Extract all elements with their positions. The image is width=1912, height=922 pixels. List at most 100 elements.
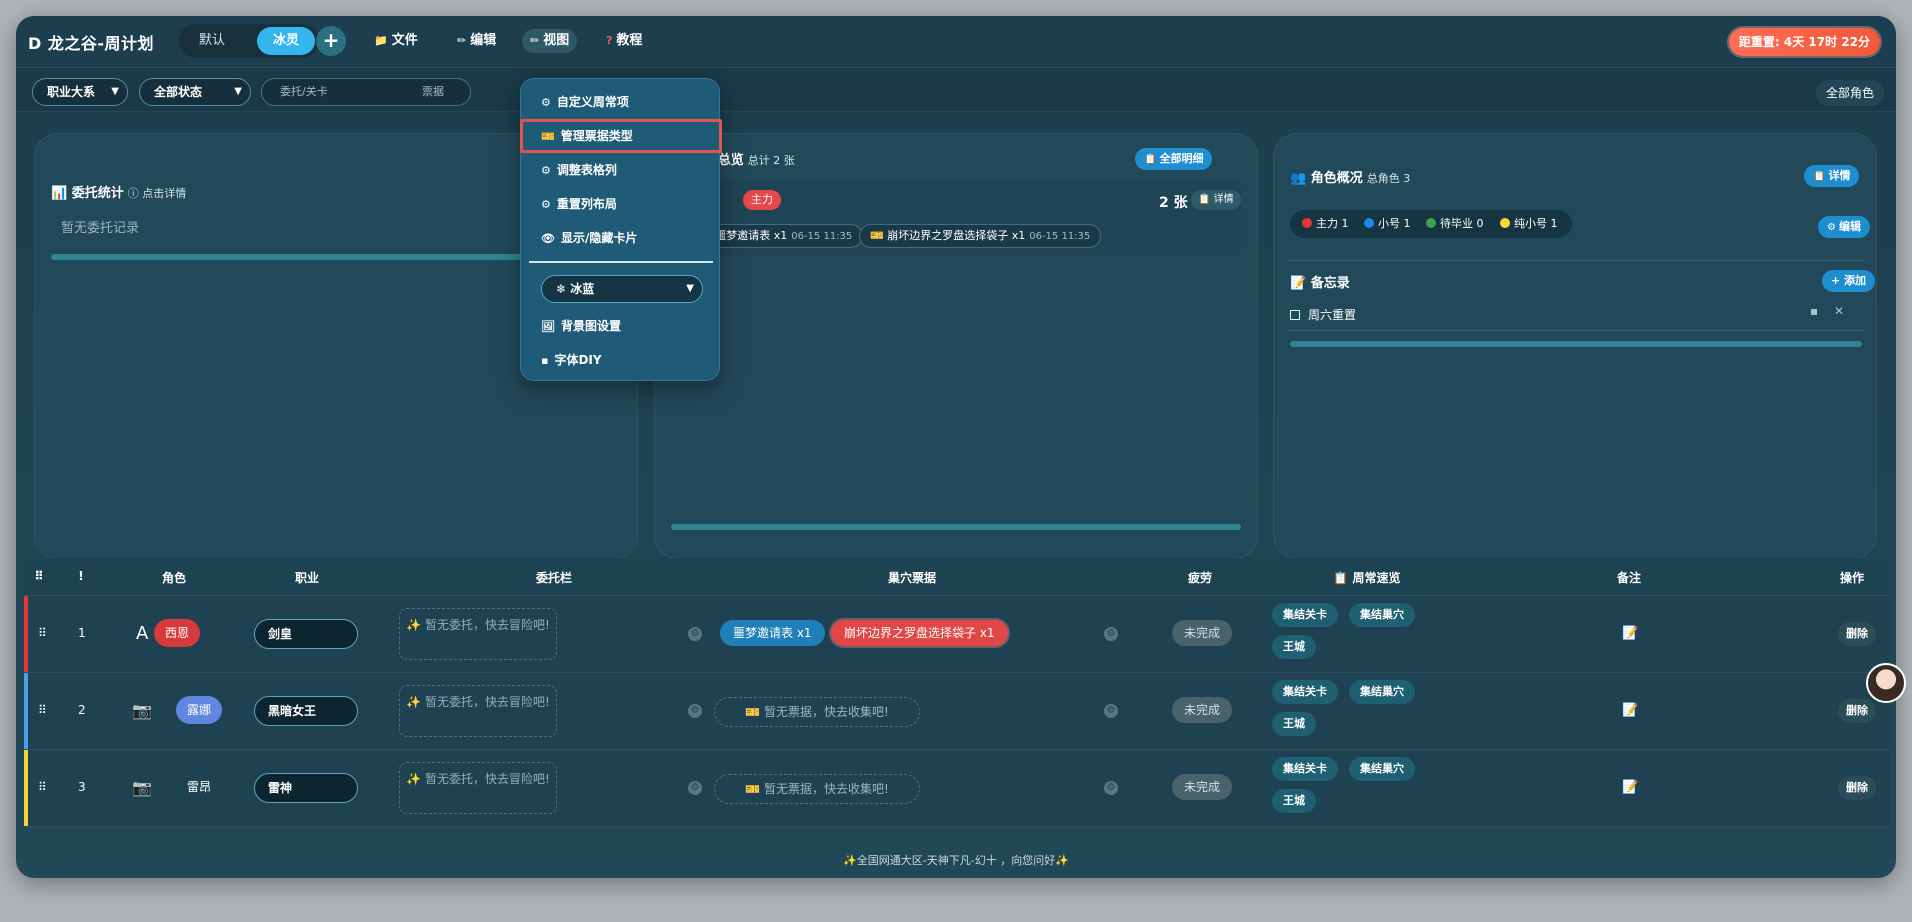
job-field[interactable]: 剑皇 [254,619,358,649]
col-quest: 委托栏 [535,571,572,585]
gear-icon[interactable]: ⚙ [688,781,702,795]
all-details-label: 全部明细 [1159,152,1204,165]
legend-pending: 待毕业 0 [1426,210,1484,238]
menu-item-adjust-columns[interactable]: ⚙ 调整表格列 [541,161,617,178]
all-characters-button[interactable]: 全部角色 [1815,80,1884,106]
char-edit-button[interactable]: ⚙ 编辑 [1818,216,1870,238]
close-icon[interactable]: ✕ [1834,304,1844,318]
gear-icon[interactable]: ⚙ [688,704,702,718]
ticket-tag[interactable]: 噩梦邀请表 x1 [720,620,825,646]
tickets-empty-slot[interactable]: 🎫 暂无票据，快去收集吧! [714,697,920,727]
delete-button[interactable]: 删除 [1838,776,1876,800]
memo-add-button[interactable]: + 添加 [1822,270,1876,292]
pencil-icon: ✏ [457,34,467,47]
delete-button[interactable]: 删除 [1838,699,1876,723]
weekly-tag[interactable]: 王城 [1272,712,1316,736]
character-name-badge[interactable]: 西恩 [154,619,201,647]
char-detail-button[interactable]: 📋 详情 [1804,165,1860,187]
weekly-tag[interactable]: 王城 [1272,789,1316,813]
quest-empty-slot[interactable]: ✨ 暂无委托，快去冒险吧! [399,608,557,660]
weekly-tag[interactable]: 集结巢穴 [1349,603,1415,627]
clipboard-icon: 📋 [1144,154,1157,165]
character-name-badge[interactable]: 雷昂 [176,773,223,801]
chevron-down-icon: ▼ [234,86,242,97]
gear-icon[interactable]: ⚙ [1104,704,1118,718]
ticket-tag[interactable]: 崩坏边界之罗盘选择袋子 x1 [831,620,1008,646]
weekly-tag[interactable]: 集结关卡 [1272,757,1338,781]
col-weekly: 📋 周常速览 [1322,569,1412,586]
gear-icon[interactable]: ⚙ [1104,627,1118,641]
row-index: 3 [78,780,86,794]
tickets-empty-slot[interactable]: 🎫 暂无票据，快去收集吧! [714,774,920,804]
col-character: 角色 [161,571,186,585]
menu-item-font-diy[interactable]: ▪ 字体DIY [541,351,602,368]
weekly-tag[interactable]: 集结巢穴 [1349,680,1415,704]
weekly-tag[interactable]: 集结巢穴 [1349,757,1415,781]
quest-empty-slot[interactable]: ✨ 暂无委托，快去冒险吧! [399,685,557,737]
weekly-tag[interactable]: 集结关卡 [1272,603,1338,627]
quest-stats-title[interactable]: 📊 委托统计 ⓘ 点击详情 [51,182,186,201]
menu-item-label: 字体DIY [554,353,602,367]
app-window: D 龙之谷-周计划 默认 冰灵 + 📁 文件 ✏ 编辑 ✏ 视图 ? 教程 距重置: 4… [16,16,1896,878]
weekly-tag[interactable]: 集结关卡 [1272,680,1338,704]
job-field[interactable]: 黑暗女王 [254,696,358,726]
legend-pure-alt: 纯小号 1 [1500,210,1558,238]
note-icon[interactable]: 📝 [1622,626,1638,641]
drag-handle-icon[interactable]: ⠿ [38,703,47,717]
menu-edit[interactable]: ✏ 编辑 [449,29,504,53]
fatigue-status[interactable]: 未完成 [1172,620,1232,646]
all-details-button[interactable]: 📋 全部明细 [1135,148,1213,170]
search-input[interactable]: 委托/关卡 票据 [261,78,471,106]
menu-view[interactable]: ✏ 视图 [522,29,578,53]
job-system-select[interactable]: 职业大系 ▼ [32,78,128,106]
menu-item-custom-weekly[interactable]: ⚙ 自定义周常项 [541,93,629,110]
memo-edit-icon[interactable]: ▪ [1810,304,1818,318]
assistant-avatar[interactable] [1866,663,1906,703]
char-overview-title: 👥 角色概况 总角色 3 [1290,167,1410,186]
status-select[interactable]: 全部状态 ▼ [139,78,251,106]
theme-default-button[interactable]: 默认 [183,27,241,55]
ticket-card-role-badge: 主力 [743,190,781,210]
ticket-card-detail-button[interactable]: 📋 详情 [1191,190,1241,210]
character-name-badge[interactable]: 露娜 [176,696,223,724]
memo-bar [1290,341,1862,347]
drag-handle-icon[interactable]: ⠿ [38,626,47,640]
note-icon[interactable]: 📝 [1622,703,1638,718]
menu-item-background[interactable]: 🖼 背景图设置 [541,317,621,334]
theme-select[interactable]: ❄ 冰蓝 ▼ [541,275,703,303]
fatigue-status[interactable]: 未完成 [1172,774,1232,800]
search-placeholder-quest: 委托/关卡 [280,85,328,98]
highlight-box [520,119,722,153]
col-note: 备注 [1616,571,1641,585]
menu-file[interactable]: 📁 文件 [366,29,426,53]
delete-button[interactable]: 删除 [1838,622,1876,646]
memo-checkbox[interactable] [1290,310,1300,320]
gear-icon[interactable]: ⚙ [688,627,702,641]
top-bar: D 龙之谷-周计划 默认 冰灵 + 📁 文件 ✏ 编辑 ✏ 视图 ? 教程 距重置: 4… [16,16,1896,68]
legend-alt-label: 小号 1 [1378,217,1411,230]
legend-alt: 小号 1 [1364,210,1411,238]
drag-handle-icon[interactable]: ⠿ [38,780,47,794]
job-field[interactable]: 雷神 [254,773,358,803]
font-icon: ▪ [541,354,549,367]
quest-empty-slot[interactable]: ✨ 暂无委托，快去冒险吧! [399,762,557,814]
note-icon[interactable]: 📝 [1622,780,1638,795]
menu-file-label: 文件 [391,33,418,48]
question-icon: ? [606,34,613,47]
add-button[interactable]: + [316,26,346,56]
memo-title: 📝 备忘录 [1290,272,1350,291]
gear-icon: ⚙ [541,164,551,177]
menu-tutorial[interactable]: ? 教程 [598,29,650,53]
fatigue-status[interactable]: 未完成 [1172,697,1232,723]
col-job: 职业 [294,571,319,585]
row-index: 2 [78,703,86,717]
weekly-tag[interactable]: 王城 [1272,635,1316,659]
legend-main-label: 主力 1 [1316,217,1349,230]
menu-item-reset-layout[interactable]: ⚙ 重置列布局 [541,195,617,212]
status-value: 全部状态 [154,85,203,99]
memo-item-actions: ▪ ✕ [1810,304,1844,318]
memo-icon: 📝 [1290,276,1307,291]
theme-ice-button[interactable]: 冰灵 [257,27,315,55]
menu-item-toggle-cards[interactable]: 👁 显示/隐藏卡片 [541,229,637,246]
gear-icon[interactable]: ⚙ [1104,781,1118,795]
